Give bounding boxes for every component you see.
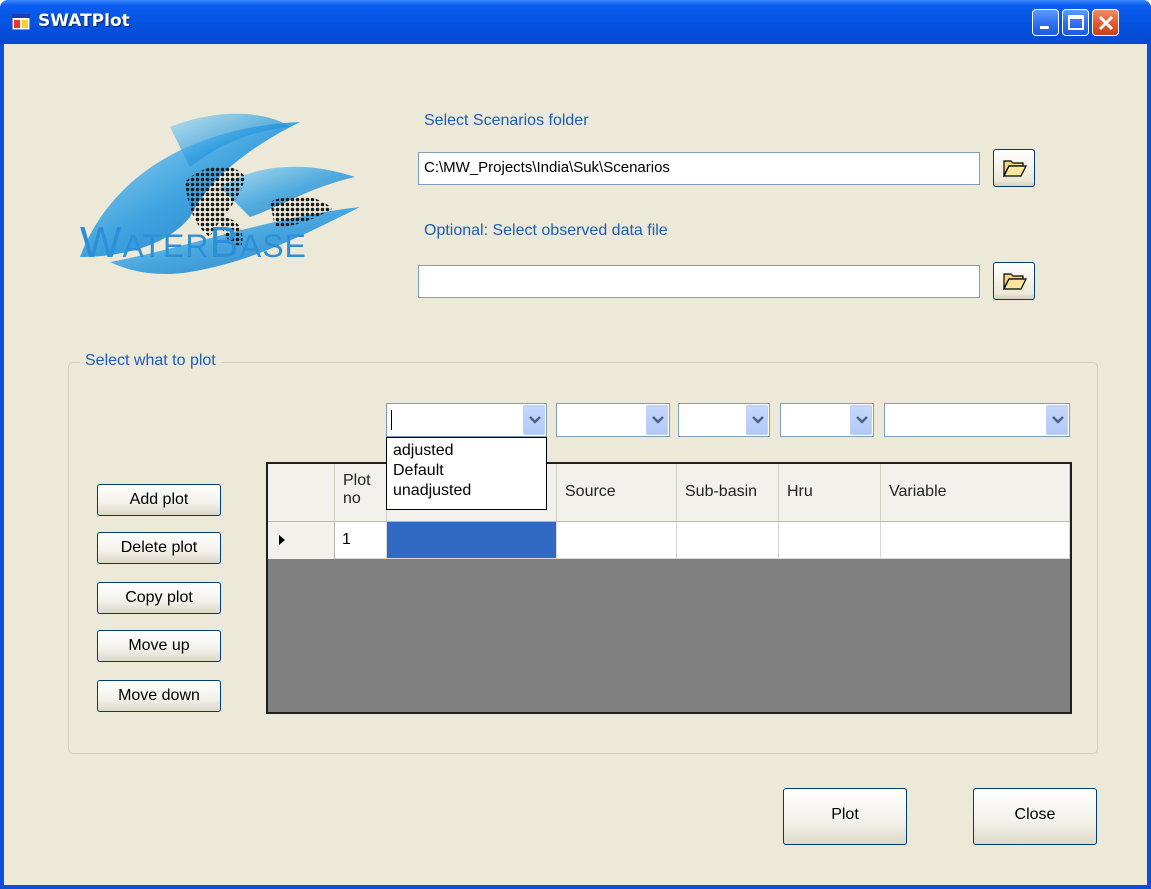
dropdown-option[interactable]: Default [393,461,546,481]
row-header-corner [268,464,335,522]
cell-scenario-selected[interactable] [387,522,557,559]
observed-file-label: Optional: Select observed data file [424,222,668,239]
scenarios-folder-label: Select Scenarios folder [424,112,589,129]
subbasin-combo[interactable] [678,403,770,437]
hru-combo[interactable] [780,403,874,437]
browse-scenarios-button[interactable] [993,149,1035,187]
close-button[interactable]: Close [973,788,1097,845]
cell-hru[interactable] [779,522,881,559]
folder-open-icon [1003,273,1027,291]
close-window-button[interactable] [1092,9,1119,36]
delete-plot-button[interactable]: Delete plot [97,532,221,564]
minimize-icon [1040,26,1049,29]
source-combo-arrow[interactable] [646,405,668,435]
minimize-button[interactable] [1032,9,1059,36]
plot-button[interactable]: Plot [783,788,907,845]
scenario-combo-arrow[interactable] [523,405,545,435]
add-plot-button[interactable]: Add plot [97,484,221,516]
text-caret [391,410,392,430]
observed-file-input[interactable] [418,265,980,298]
chevron-down-icon [752,416,764,424]
cell-subbasin[interactable] [677,522,779,559]
maximize-icon [1068,15,1084,30]
move-down-button[interactable]: Move down [97,680,221,712]
cell-plot-no[interactable]: 1 [335,522,387,559]
app-window-icon [12,14,30,30]
cell-source[interactable] [557,522,677,559]
chevron-down-icon [1052,416,1064,424]
row-pointer-icon [279,535,285,545]
chevron-down-icon [652,416,664,424]
move-up-button[interactable]: Move up [97,630,221,662]
title-bar[interactable]: SWATPlot [0,0,1151,44]
variable-combo-arrow[interactable] [1046,405,1068,435]
cell-variable[interactable] [881,522,1070,559]
scenarios-folder-input[interactable]: C:\MW_Projects\India\Suk\Scenarios [418,152,980,185]
dropdown-option[interactable]: adjusted [393,441,546,461]
column-header-hru[interactable]: Hru [779,464,881,522]
close-icon [1098,15,1114,31]
folder-open-icon [1003,160,1027,178]
browse-observed-button[interactable] [993,262,1035,300]
dropdown-option[interactable]: unadjusted [393,481,546,501]
column-header-plot-no[interactable]: Plot no [335,464,387,522]
source-combo[interactable] [556,403,670,437]
chevron-down-icon [529,416,541,424]
column-header-source[interactable]: Source [557,464,677,522]
waterbase-logo [80,113,360,274]
column-header-subbasin[interactable]: Sub-basin [677,464,779,522]
row-header[interactable] [268,522,335,559]
window-title: SWATPlot [38,11,130,31]
variable-combo[interactable] [884,403,1070,437]
scenario-dropdown-list[interactable]: adjusted Default unadjusted [386,437,547,510]
subbasin-combo-arrow[interactable] [746,405,768,435]
plot-selection-label: Select what to plot [80,352,221,370]
chevron-down-icon [856,416,868,424]
hru-combo-arrow[interactable] [850,405,872,435]
column-header-variable[interactable]: Variable [881,464,1070,522]
logo-text: WATERBASE [80,218,307,267]
scenario-combo[interactable] [386,403,547,437]
copy-plot-button[interactable]: Copy plot [97,582,221,614]
maximize-button[interactable] [1062,9,1089,36]
